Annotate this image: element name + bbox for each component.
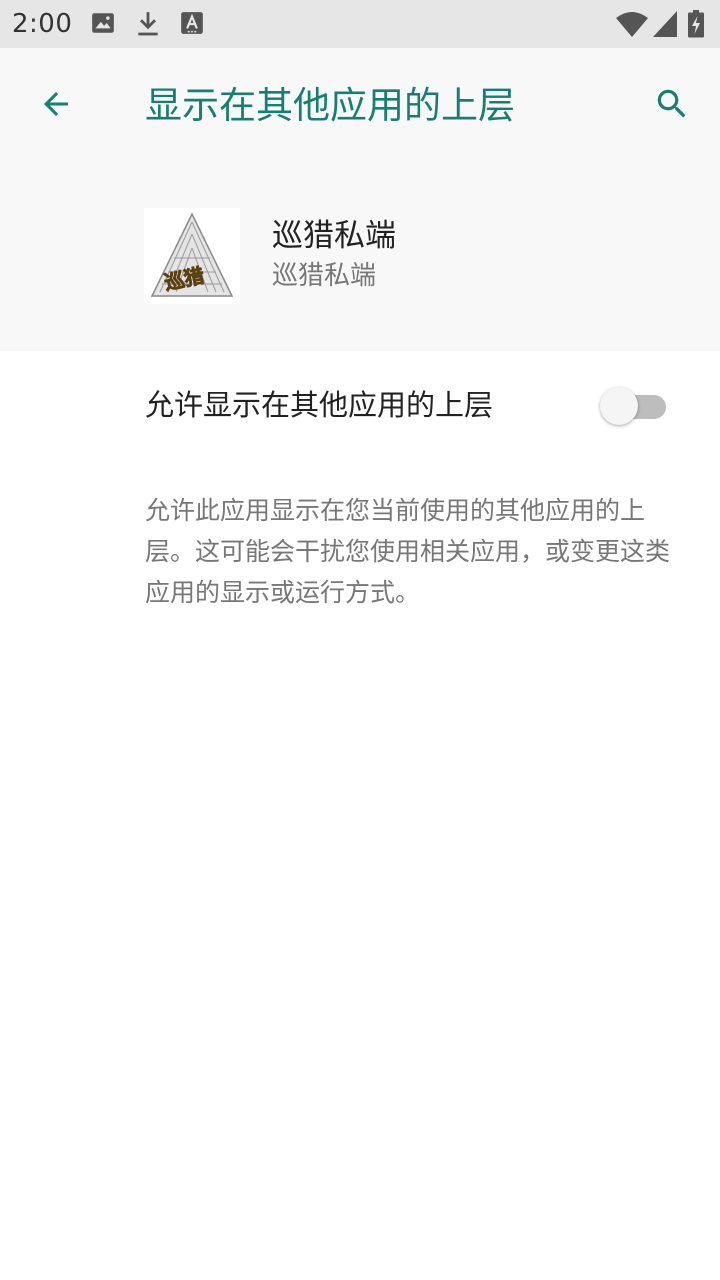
- download-icon: [135, 10, 161, 38]
- app-icon: 巡猎: [144, 208, 240, 304]
- allow-overlay-switch[interactable]: [600, 387, 668, 427]
- switch-thumb: [600, 387, 638, 425]
- app-header: 显示在其他应用的上层 巡猎 巡猎私端 巡猎私端: [0, 48, 720, 351]
- arrow-back-icon: [38, 86, 74, 126]
- back-button[interactable]: [28, 78, 84, 134]
- app-subtitle: 巡猎私端: [272, 261, 377, 291]
- allow-overlay-label: 允许显示在其他应用的上层: [145, 388, 494, 422]
- status-bar: 2:00: [0, 0, 720, 48]
- status-time: 2:00: [12, 9, 73, 39]
- image-icon: [90, 10, 116, 38]
- text-a-icon: [179, 10, 205, 38]
- search-button[interactable]: [644, 78, 700, 134]
- battery-charging-icon: [688, 10, 704, 38]
- wifi-icon: [615, 10, 649, 38]
- setting-description: 允许此应用显示在您当前使用的其他应用的上层。这可能会干扰您使用相关应用，或变更这…: [145, 496, 671, 607]
- search-icon: [653, 85, 691, 127]
- signal-icon: [652, 10, 678, 38]
- page-title: 显示在其他应用的上层: [145, 84, 515, 127]
- app-name: 巡猎私端: [272, 218, 396, 254]
- allow-overlay-setting[interactable]: 允许显示在其他应用的上层: [0, 351, 720, 463]
